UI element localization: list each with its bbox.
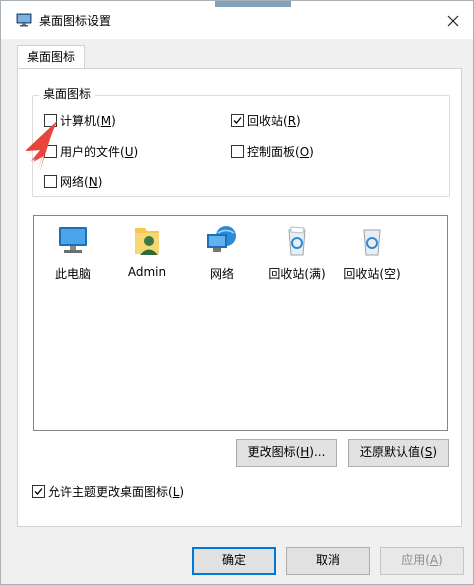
icon-label: 回收站(满) xyxy=(268,267,326,281)
icon-item-this-pc[interactable]: 此电脑 xyxy=(36,224,110,282)
computer-icon xyxy=(59,227,87,253)
background-strip xyxy=(215,1,291,7)
checkbox-box[interactable] xyxy=(231,114,244,127)
icon-label: 回收站(空) xyxy=(343,267,401,281)
window-title: 桌面图标设置 xyxy=(39,14,112,28)
tab-desktop-icons[interactable]: 桌面图标 xyxy=(17,45,85,68)
icon-item-network[interactable]: 网络 xyxy=(185,224,259,282)
apply-button[interactable]: 应用(A) xyxy=(380,547,464,575)
user-folder-icon xyxy=(135,228,159,255)
checkbox-control-panel[interactable]: 控制面板(O) xyxy=(231,142,331,160)
recycle-bin-empty-icon xyxy=(363,229,381,256)
checkbox-label: 允许主题更改桌面图标(L) xyxy=(48,485,185,499)
change-icon-button[interactable]: 更改图标(H)... xyxy=(236,439,337,467)
red-arrow-icon xyxy=(23,121,69,177)
icon-item-recycle-bin-empty[interactable]: 回收站(空) xyxy=(335,224,409,282)
checkbox-label: 回收站(R) xyxy=(247,114,301,128)
checkbox-label: 用户的文件(U) xyxy=(60,145,139,159)
icon-label: 网络 xyxy=(209,267,234,281)
title-bar: 桌面图标设置 xyxy=(1,1,473,39)
checkbox-allow-themes[interactable]: 允许主题更改桌面图标(L) xyxy=(32,482,202,500)
display-settings-icon xyxy=(16,13,32,27)
icon-list[interactable]: 此电脑 Admin 网络 回收站(满) 回收站(空) xyxy=(33,215,448,431)
cancel-button[interactable]: 取消 xyxy=(286,547,370,575)
network-icon xyxy=(207,226,236,252)
restore-default-button[interactable]: 还原默认值(S) xyxy=(348,439,449,467)
icon-item-recycle-bin-full[interactable]: 回收站(满) xyxy=(260,224,334,282)
checkbox-label: 控制面板(O) xyxy=(247,145,314,159)
group-title: 桌面图标 xyxy=(39,85,96,102)
recycle-bin-full-icon xyxy=(288,226,306,256)
ok-button[interactable]: 确定 xyxy=(192,547,276,575)
checkmark-icon xyxy=(233,117,242,124)
checkbox-box[interactable] xyxy=(231,145,244,158)
icon-item-admin[interactable]: Admin xyxy=(110,224,184,279)
checkbox-recycle-bin[interactable]: 回收站(R) xyxy=(231,111,321,129)
close-icon[interactable] xyxy=(441,9,465,33)
checkmark-icon xyxy=(34,488,43,495)
checkbox-box[interactable] xyxy=(32,485,45,498)
dialog-window: 桌面图标设置 桌面图标 桌面图标 计算机(M) 回收站(R) 用户的文件(U) … xyxy=(0,0,474,585)
icon-label: 此电脑 xyxy=(54,267,91,281)
icon-label: Admin xyxy=(127,265,167,279)
